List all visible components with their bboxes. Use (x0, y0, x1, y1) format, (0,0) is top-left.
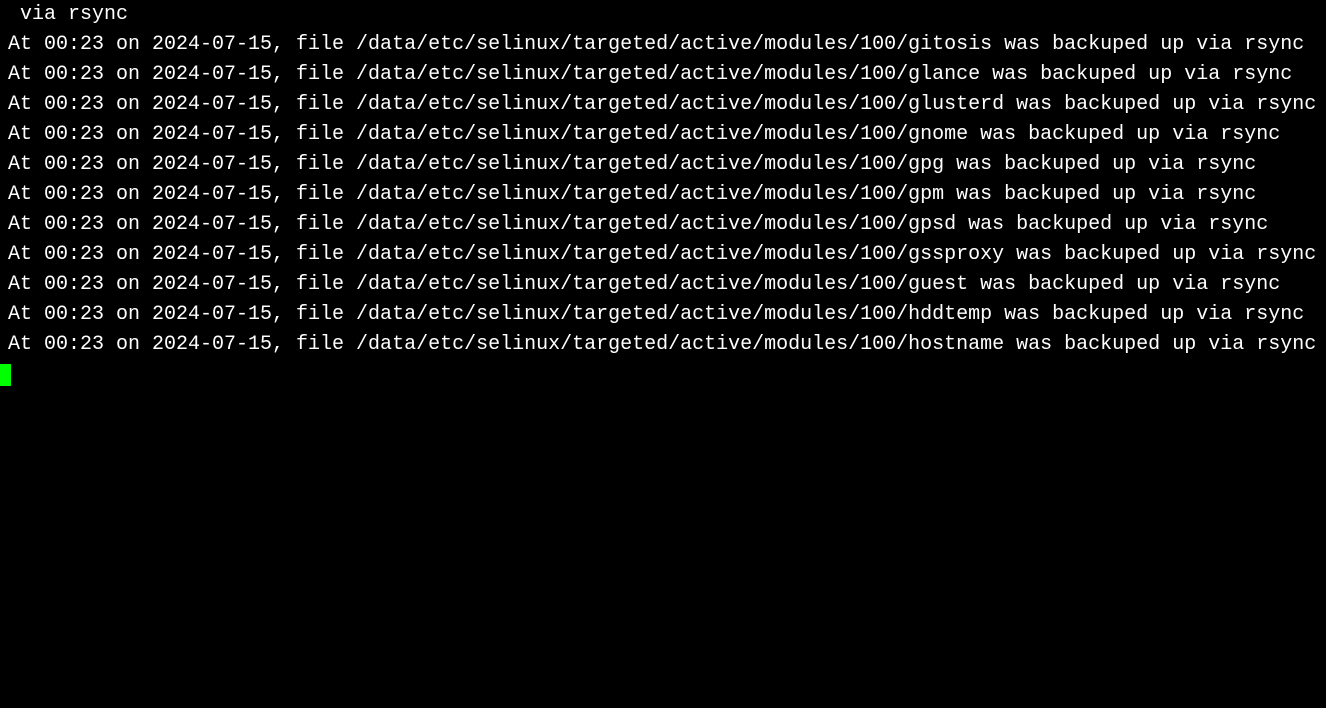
log-line-partial: via rsync (8, 3, 128, 26)
log-line: At 00:23 on 2024-07-15, file /data/etc/s… (8, 273, 1280, 296)
log-line: At 00:23 on 2024-07-15, file /data/etc/s… (8, 183, 1256, 206)
terminal-cursor (0, 364, 11, 386)
log-line: At 00:23 on 2024-07-15, file /data/etc/s… (8, 303, 1304, 326)
log-line: At 00:23 on 2024-07-15, file /data/etc/s… (8, 123, 1280, 146)
log-line: At 00:23 on 2024-07-15, file /data/etc/s… (8, 213, 1268, 236)
log-line: At 00:23 on 2024-07-15, file /data/etc/s… (8, 243, 1316, 266)
log-line: At 00:23 on 2024-07-15, file /data/etc/s… (8, 153, 1256, 176)
terminal-output[interactable]: via rsync At 00:23 on 2024-07-15, file /… (0, 0, 1326, 708)
log-line: At 00:23 on 2024-07-15, file /data/etc/s… (8, 63, 1292, 86)
log-line: At 00:23 on 2024-07-15, file /data/etc/s… (8, 333, 1316, 356)
log-line: At 00:23 on 2024-07-15, file /data/etc/s… (8, 33, 1304, 56)
log-line: At 00:23 on 2024-07-15, file /data/etc/s… (8, 93, 1316, 116)
